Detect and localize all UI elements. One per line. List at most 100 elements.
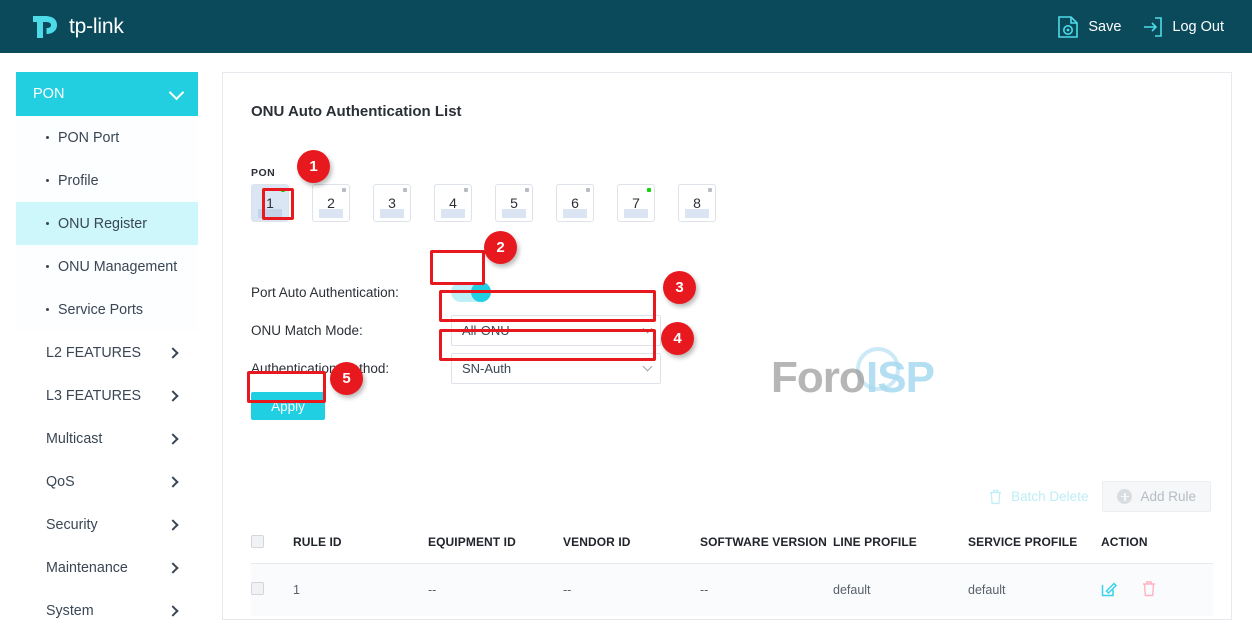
add-rule-button[interactable]: Add Rule	[1102, 481, 1211, 512]
port-status-led-icon	[342, 188, 346, 192]
trash-icon	[990, 489, 1002, 504]
bullet-icon	[46, 265, 49, 268]
port-graphic	[380, 209, 404, 218]
cell-rule-id: 1	[293, 563, 428, 616]
pon-section-label: PON	[251, 167, 276, 179]
plus-circle-icon	[1117, 489, 1133, 504]
pon-port-8[interactable]: 8	[678, 184, 716, 222]
logout-button[interactable]: Log Out	[1141, 16, 1224, 38]
sidebar-item-onu-management[interactable]: ONU Management	[16, 245, 198, 288]
sidebar-item-profile[interactable]: Profile	[16, 159, 198, 202]
port-graphic	[319, 209, 343, 218]
edit-row-button[interactable]	[1101, 580, 1118, 600]
column-equipment-id: EQUIPMENT ID	[428, 525, 563, 564]
watermark: Foro ISP	[771, 345, 951, 411]
column-line-profile: LINE PROFILE	[833, 525, 968, 564]
chevron-right-icon	[167, 346, 179, 359]
sidebar-item-system[interactable]: System	[16, 589, 198, 625]
column-action: ACTION	[1101, 525, 1213, 564]
port-status-led-icon	[525, 188, 529, 192]
authentication-method-select[interactable]: SN-Auth	[451, 352, 661, 384]
brand-name: tp-link	[69, 14, 124, 38]
sidebar-item-label: Profile	[58, 172, 99, 189]
brand-logo[interactable]: tp-link	[0, 14, 124, 40]
bullet-icon	[46, 308, 49, 311]
bullet-icon	[46, 222, 49, 225]
pon-port-3[interactable]: 3	[373, 184, 411, 222]
watermark-text-primary: Foro	[771, 353, 866, 402]
table-row[interactable]: 1 -- -- -- default default	[251, 563, 1213, 616]
port-status-led-icon	[708, 188, 712, 192]
sidebar-item-label: L2 FEATURES	[46, 344, 142, 361]
port-graphic	[685, 209, 709, 218]
sidebar-item-maintenance[interactable]: Maintenance	[16, 546, 198, 589]
sidebar-item-label: Maintenance	[46, 559, 128, 576]
select-all-header	[251, 525, 293, 564]
sidebar-item-label: ONU Register	[58, 215, 147, 232]
body-area: PON PON Port Profile ONU Register ONU Ma…	[0, 53, 1252, 625]
onu-match-mode-select[interactable]: All-ONU	[451, 314, 661, 346]
pon-port-1[interactable]: 1	[251, 184, 289, 222]
port-status-led-icon	[464, 188, 468, 192]
port-graphic	[563, 209, 587, 218]
onu-match-mode-label: ONU Match Mode:	[251, 322, 363, 338]
batch-delete-button[interactable]: Batch Delete	[988, 489, 1088, 505]
sidebar-item-onu-register[interactable]: ONU Register	[16, 202, 198, 245]
chevron-right-icon	[167, 604, 179, 617]
authentication-method-value: SN-Auth	[462, 360, 512, 376]
logout-arrow-icon	[1144, 16, 1163, 37]
cell-line-profile: default	[833, 563, 968, 616]
delete-row-button[interactable]	[1141, 580, 1157, 600]
sidebar-item-security[interactable]: Security	[16, 503, 198, 546]
pon-port-6[interactable]: 6	[556, 184, 594, 222]
table-header-row: RULE ID EQUIPMENT ID VENDOR ID SOFTWARE …	[251, 525, 1213, 564]
sidebar-item-qos[interactable]: QoS	[16, 460, 198, 503]
column-service-profile: SERVICE PROFILE	[968, 525, 1101, 564]
pon-port-7[interactable]: 7	[617, 184, 655, 222]
sidebar-item-l3-features[interactable]: L3 FEATURES	[16, 374, 198, 417]
port-status-led-icon	[281, 188, 285, 192]
pon-port-4[interactable]: 4	[434, 184, 472, 222]
column-vendor-id: VENDOR ID	[563, 525, 700, 564]
sidebar-group-pon[interactable]: PON	[16, 72, 198, 116]
save-button[interactable]: Save	[1057, 15, 1121, 39]
table-body: 1 -- -- -- default default	[251, 563, 1213, 616]
column-rule-id: RULE ID	[293, 525, 428, 564]
sidebar-group-pon-label: PON	[33, 86, 65, 102]
pon-port-selector: 1 2 3 4 5 6 7 8	[251, 184, 716, 222]
header-actions: Save Log Out	[1057, 15, 1252, 39]
sidebar-item-label: System	[46, 602, 94, 619]
pon-port-2[interactable]: 2	[312, 184, 350, 222]
cell-vendor-id: --	[563, 563, 700, 616]
row-select-cell	[251, 563, 293, 616]
pon-port-5[interactable]: 5	[495, 184, 533, 222]
chevron-right-icon	[167, 475, 179, 488]
sidebar-item-service-ports[interactable]: Service Ports	[16, 288, 198, 331]
chevron-right-icon	[167, 561, 179, 574]
port-graphic	[624, 209, 648, 218]
form-row-port-auto-auth: Port Auto Authentication:	[251, 273, 661, 311]
cell-service-profile: default	[968, 563, 1101, 616]
edit-pencil-icon	[1101, 582, 1118, 597]
sidebar-item-l2-features[interactable]: L2 FEATURES	[16, 331, 198, 374]
select-all-checkbox[interactable]	[251, 535, 264, 548]
page-title: ONU Auto Authentication List	[251, 103, 462, 120]
port-auto-auth-toggle[interactable]	[451, 282, 491, 302]
apply-button[interactable]: Apply	[251, 392, 325, 420]
port-status-led-icon	[403, 188, 407, 192]
chevron-down-icon	[168, 84, 185, 100]
toggle-knob	[471, 282, 491, 302]
sidebar-item-pon-port[interactable]: PON Port	[16, 116, 198, 159]
sidebar-item-label: Multicast	[46, 430, 103, 447]
row-checkbox[interactable]	[251, 582, 264, 595]
cell-software-version: --	[700, 563, 833, 616]
form-row-match-mode: ONU Match Mode: All-ONU	[251, 311, 661, 349]
auth-settings-form: Port Auto Authentication: ONU Match Mode…	[251, 273, 661, 425]
watermark-ring-icon	[856, 347, 900, 391]
form-row-apply: Apply	[251, 387, 661, 425]
sidebar-item-multicast[interactable]: Multicast	[16, 417, 198, 460]
batch-delete-label: Batch Delete	[1011, 489, 1089, 504]
content-card: ONU Auto Authentication List PON 1 2 3 4…	[222, 72, 1232, 620]
sidebar-item-label: Security	[46, 516, 98, 533]
sidebar-item-label: PON Port	[58, 129, 120, 146]
